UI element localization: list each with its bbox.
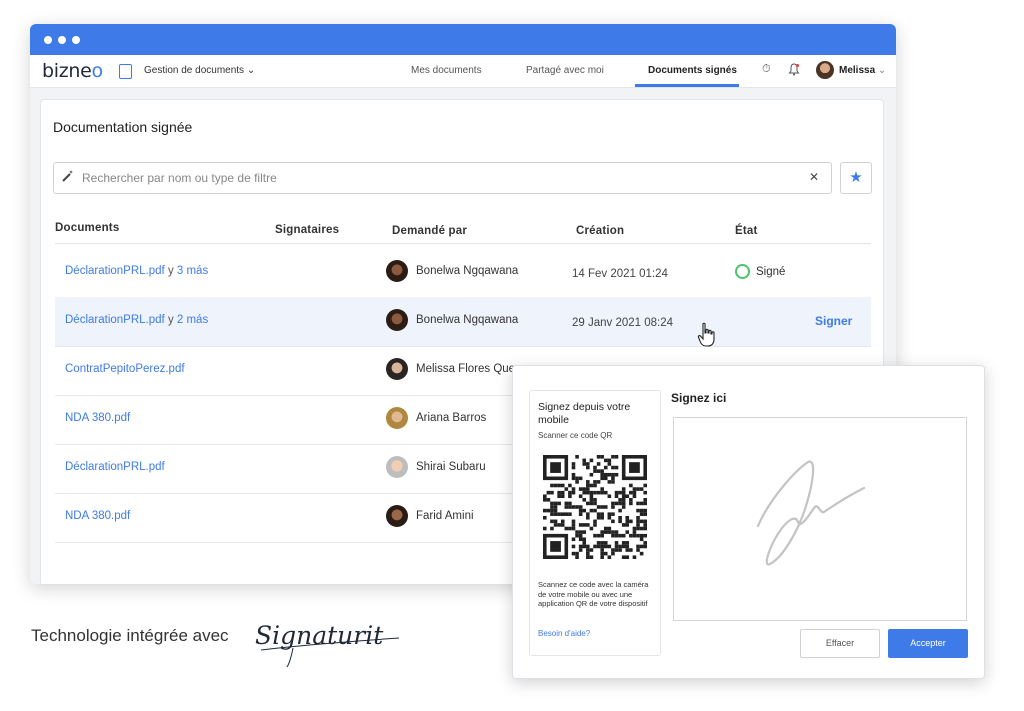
logo[interactable]: bizneo <box>42 60 103 82</box>
signature-pad[interactable] <box>673 417 967 621</box>
bell-icon[interactable] <box>788 63 800 79</box>
qr-title: Signez depuis votre mobile <box>538 401 631 426</box>
document-name[interactable]: NDA 380.pdf <box>65 510 130 522</box>
user-name: Melissa <box>839 65 876 76</box>
creation-date: 14 Fev 2021 01:24 <box>572 268 668 280</box>
close-icon[interactable]: ✕ <box>809 170 819 184</box>
user-menu[interactable]: Melissa ⌄ <box>839 65 886 76</box>
window-dot-icon[interactable] <box>44 35 52 44</box>
window-titlebar <box>30 24 896 55</box>
qr-subtitle: Scanner ce code QR <box>538 431 613 440</box>
requester: Ariana Barros <box>386 407 486 429</box>
clear-button[interactable]: Effacer <box>800 629 880 658</box>
requester: Melissa Flores Que <box>386 358 515 380</box>
document-name[interactable]: DéclarationPRL.pdf <box>65 461 165 473</box>
qr-description: Scannez ce code avec la caméra de votre … <box>538 580 649 608</box>
document-extra-y: y <box>167 265 174 277</box>
document-link[interactable]: DéclarationPRL.pdf y 2 más <box>65 314 208 326</box>
tab-documents-signes[interactable]: Documents signés <box>648 65 737 76</box>
document-link[interactable]: DéclarationPRL.pdf y 3 más <box>65 265 208 277</box>
star-icon: ★ <box>849 169 863 186</box>
tab-partage-avec-moi[interactable]: Partagé avec moi <box>526 65 604 76</box>
document-link[interactable]: ContratPepitoPerez.pdf <box>65 363 185 375</box>
document-link[interactable]: NDA 380.pdf <box>65 412 130 424</box>
avatar <box>386 407 408 429</box>
window-dot-icon[interactable] <box>72 35 80 44</box>
avatar <box>386 260 408 282</box>
document-name[interactable]: DéclarationPRL.pdf <box>65 314 165 326</box>
column-header-documents[interactable]: Documents <box>55 222 119 234</box>
table-header-divider <box>55 243 871 244</box>
document-link[interactable]: DéclarationPRL.pdf <box>65 461 165 473</box>
requester-name: Melissa Flores Que <box>416 363 516 375</box>
timer-icon[interactable]: ⏱ <box>762 63 771 76</box>
document-extra-count[interactable]: 3 más <box>177 265 208 277</box>
magic-wand-icon <box>61 169 75 186</box>
brand-wordmark: Signaturit <box>255 621 384 650</box>
window-dot-icon[interactable] <box>58 35 66 44</box>
chevron-down-icon: ⌄ <box>877 65 887 76</box>
requester: Bonelwa Ngqawana <box>386 260 518 282</box>
column-header-creation[interactable]: Création <box>576 225 624 237</box>
footer-text: Technologie intégrée avec <box>31 626 229 645</box>
signature-dialog: Signez depuis votre mobile Scanner ce co… <box>512 365 985 679</box>
requester-name: Bonelwa Ngqawana <box>416 314 519 326</box>
column-header-etat[interactable]: État <box>735 225 758 237</box>
sign-button[interactable]: Signer <box>815 314 852 328</box>
module-selector[interactable]: Gestion de documents ⌄ <box>144 65 255 76</box>
page-title: Documentation signée <box>53 119 193 135</box>
requester-name: Farid Amini <box>416 510 474 522</box>
document-link[interactable]: NDA 380.pdf <box>65 510 130 522</box>
signed-status-icon <box>735 264 750 279</box>
help-link[interactable]: Besoin d'aide? <box>538 629 590 638</box>
active-tab-indicator <box>635 84 739 87</box>
favorite-filter-button[interactable]: ★ <box>840 162 872 194</box>
qr-code-icon <box>543 455 647 559</box>
creation-date: 29 Janv 2021 08:24 <box>572 317 674 329</box>
mobile-sign-panel: Signez depuis votre mobile Scanner ce co… <box>529 390 661 656</box>
table-row[interactable]: DéclarationPRL.pdf y 3 más Bonelwa Ngqaw… <box>55 248 871 298</box>
document-extra-count[interactable]: 2 más <box>177 314 208 326</box>
column-header-signataires[interactable]: Signataires <box>275 224 339 236</box>
chevron-down-icon: ⌄ <box>246 65 256 76</box>
document-name[interactable]: NDA 380.pdf <box>65 412 130 424</box>
tab-mes-documents[interactable]: Mes documents <box>411 65 482 76</box>
table-row[interactable]: DéclarationPRL.pdf y 2 más Bonelwa Ngqaw… <box>55 297 871 347</box>
avatar <box>386 456 408 478</box>
requester: Bonelwa Ngqawana <box>386 309 518 331</box>
search-bar[interactable]: Rechercher par nom ou type de filtre ✕ <box>53 162 832 194</box>
document-name[interactable]: DéclarationPRL.pdf <box>65 265 165 277</box>
requester-name: Shirai Subaru <box>416 461 486 473</box>
document-name[interactable]: ContratPepitoPerez.pdf <box>65 363 185 375</box>
avatar <box>386 358 408 380</box>
search-input[interactable]: Rechercher par nom ou type de filtre <box>82 171 277 185</box>
requester-name: Ariana Barros <box>416 412 487 424</box>
status-label: Signé <box>756 265 786 278</box>
documents-module-icon <box>119 64 132 79</box>
avatar <box>386 309 408 331</box>
requester-name: Bonelwa Ngqawana <box>416 265 519 277</box>
document-extra-y: y <box>167 314 174 326</box>
signature-stroke <box>756 460 866 566</box>
avatar <box>386 505 408 527</box>
sign-title: Signez ici <box>671 391 727 405</box>
accept-button[interactable]: Accepter <box>888 629 968 658</box>
module-label: Gestion de documents <box>144 65 245 76</box>
user-avatar[interactable] <box>816 61 834 79</box>
hand-cursor-icon <box>697 322 717 353</box>
column-header-demande-par[interactable]: Demandé par <box>392 225 467 237</box>
requester: Farid Amini <box>386 505 474 527</box>
top-nav: bizneo Gestion de documents ⌄ Mes docume… <box>30 55 896 88</box>
requester: Shirai Subaru <box>386 456 486 478</box>
status-badge: Signé <box>735 264 785 279</box>
signaturit-logo: Signaturit <box>253 612 403 675</box>
